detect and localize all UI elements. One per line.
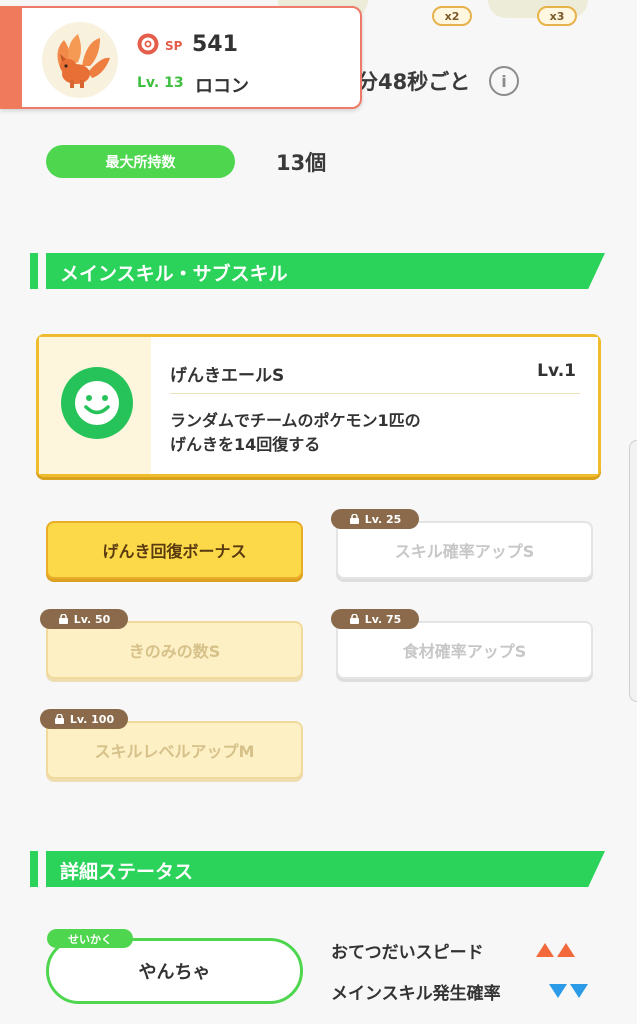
lock-icon: [349, 514, 359, 524]
lock-badge: Lv. 25: [331, 509, 419, 529]
sp-value: 541: [192, 32, 238, 57]
multiplier-badge: x2: [432, 6, 472, 26]
section-title: 詳細ステータス: [60, 861, 194, 883]
multiplier-badge: x3: [537, 6, 577, 26]
lock-level: Lv. 25: [364, 512, 402, 526]
main-skill-name: げんきエールS: [170, 366, 285, 386]
sub-skill-button[interactable]: スキルレベルアップM: [46, 721, 303, 779]
main-skill-icon-pane: [39, 337, 151, 474]
info-icon[interactable]: i: [489, 66, 519, 96]
banner-lead: [30, 851, 38, 887]
side-scroll-handle[interactable]: [629, 440, 637, 702]
main-skill-description: ランダムでチームのポケモン1匹の げんきを14回復する: [170, 409, 570, 457]
lock-icon: [58, 614, 68, 624]
max-inventory-label: 最大所持数: [46, 145, 235, 178]
sub-skill-button[interactable]: げんき回復ボーナス: [46, 521, 303, 579]
vulpix-icon: [57, 34, 110, 88]
card-accent-stripe: [0, 6, 22, 109]
nature-effect-up-label: おてつだいスピード: [331, 943, 484, 963]
pokemon-avatar: [42, 22, 118, 98]
main-skill-card[interactable]: げんきエールS Lv.1 ランダムでチームのポケモン1匹の げんきを14回復する: [36, 334, 601, 477]
lock-badge: Lv. 75: [331, 609, 419, 629]
description-line: げんきを14回復する: [170, 435, 321, 454]
lock-badge: Lv. 50: [40, 609, 128, 629]
divider: [170, 393, 580, 394]
lock-level: Lv. 75: [364, 612, 402, 626]
double-down-arrow-icon: [549, 984, 588, 998]
sub-skill-button[interactable]: スキル確率アップS: [336, 521, 593, 579]
double-up-arrow-icon: [536, 943, 575, 957]
pokemon-name: ロコン: [195, 76, 249, 97]
detail-section-header: 詳細ステータス: [30, 851, 605, 887]
lock-level: Lv. 100: [69, 712, 115, 726]
lock-level: Lv. 50: [73, 612, 111, 626]
pokemon-level: Lv. 13: [137, 75, 184, 91]
sub-skill-button[interactable]: 食材確率アップS: [336, 621, 593, 679]
skills-section-header: メインスキル・サブスキル: [30, 253, 605, 289]
lock-icon: [349, 614, 359, 624]
max-inventory-value: 13個: [276, 151, 327, 175]
smile-icon: [61, 367, 133, 439]
help-interval-text: 分48秒ごと: [357, 70, 471, 94]
nature-tag: せいかく: [47, 929, 133, 948]
sp-label: SP: [165, 39, 183, 53]
banner-lead: [30, 253, 38, 289]
pokeball-icon: [137, 33, 159, 55]
description-line: ランダムでチームのポケモン1匹の: [170, 411, 421, 430]
sub-skill-button[interactable]: きのみの数S: [46, 621, 303, 679]
section-title: メインスキル・サブスキル: [60, 263, 288, 285]
lock-badge: Lv. 100: [40, 709, 128, 729]
pokemon-card[interactable]: SP 541 Lv. 13 ロコン: [0, 6, 362, 109]
nature-effect-down-label: メインスキル発生確率: [331, 984, 501, 1004]
lock-icon: [54, 714, 64, 724]
main-skill-level: Lv.1: [537, 361, 576, 381]
